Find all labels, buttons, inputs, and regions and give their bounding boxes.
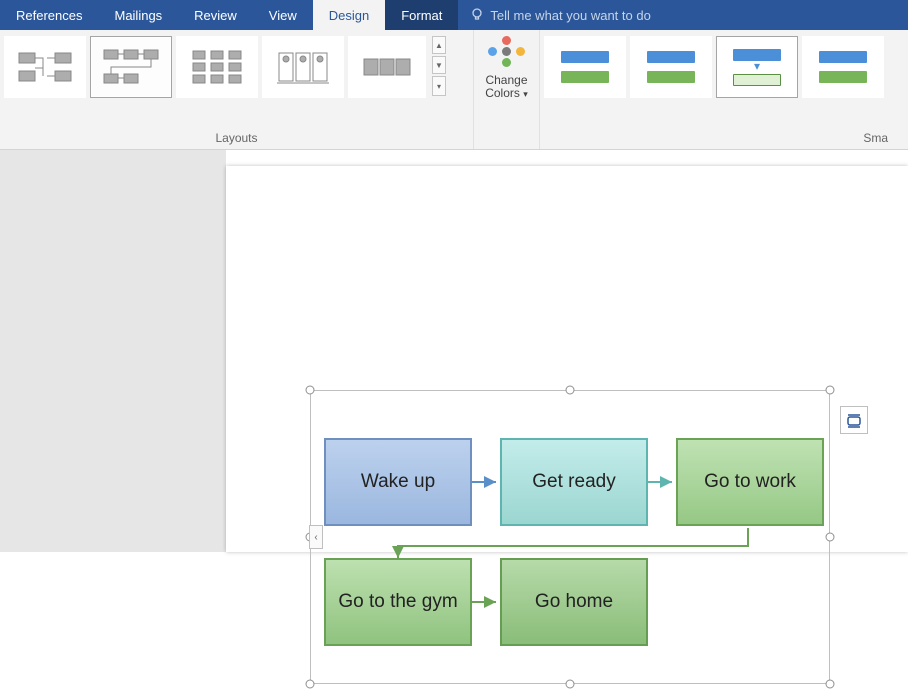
- tab-format[interactable]: Format: [385, 0, 458, 30]
- style-thumb-1[interactable]: [544, 36, 626, 98]
- text-pane-toggle[interactable]: ‹: [309, 525, 323, 549]
- resize-handle-se[interactable]: [826, 680, 835, 689]
- change-colors-button[interactable]: Change Colors ▾: [474, 30, 540, 149]
- node-label: Go to work: [700, 471, 800, 493]
- node-label: Wake up: [357, 471, 439, 493]
- layouts-gallery-more[interactable]: ▾: [432, 76, 446, 96]
- layouts-gallery: ▲ ▼ ▾: [4, 36, 469, 106]
- node-go-home[interactable]: Go home: [500, 558, 648, 646]
- resize-handle-sw[interactable]: [306, 680, 315, 689]
- page-gutter: [0, 150, 226, 552]
- resize-handle-e[interactable]: [826, 533, 835, 542]
- node-go-to-gym[interactable]: Go to the gym: [324, 558, 472, 646]
- tab-design[interactable]: Design: [313, 0, 385, 30]
- chevron-left-icon: ‹: [314, 532, 317, 543]
- node-get-ready[interactable]: Get ready: [500, 438, 648, 526]
- layouts-group-label: Layouts: [4, 131, 469, 149]
- layouts-gallery-spinner: ▲ ▼ ▾: [432, 36, 448, 98]
- ribbon-tabs: References Mailings Review View Design F…: [0, 0, 908, 30]
- chevron-down-icon: ▾: [523, 89, 528, 99]
- tab-references[interactable]: References: [0, 0, 98, 30]
- tab-review[interactable]: Review: [178, 0, 253, 30]
- tab-view[interactable]: View: [253, 0, 313, 30]
- smartart-object[interactable]: ‹ Wake up Get ready Go to work Go to the…: [310, 390, 830, 684]
- layout-thumb-5[interactable]: [348, 36, 426, 98]
- layout-thumb-4[interactable]: [262, 36, 344, 98]
- resize-handle-n[interactable]: [566, 386, 575, 395]
- layout-options-button[interactable]: [840, 406, 868, 434]
- style-thumb-4[interactable]: [802, 36, 884, 98]
- change-colors-icon: [488, 36, 526, 70]
- layout-thumb-4-icon: [273, 45, 333, 89]
- layout-thumb-3-icon: [187, 45, 247, 89]
- style-thumb-2[interactable]: [630, 36, 712, 98]
- node-label: Go home: [531, 591, 617, 613]
- layout-options-icon: [845, 411, 863, 429]
- smartart-styles-label: Sma: [863, 131, 892, 145]
- layout-thumb-2[interactable]: [90, 36, 172, 98]
- smartart-styles-group: ▾ Sma: [540, 30, 892, 149]
- lightbulb-icon: [470, 8, 484, 22]
- layout-thumb-1-icon: [15, 45, 75, 89]
- layouts-group: ▲ ▼ ▾ Layouts: [0, 30, 474, 149]
- node-label: Go to the gym: [334, 591, 461, 613]
- layout-thumb-2-icon: [100, 44, 162, 90]
- resize-handle-ne[interactable]: [826, 386, 835, 395]
- layouts-gallery-down[interactable]: ▼: [432, 56, 446, 74]
- node-label: Get ready: [528, 471, 619, 493]
- node-wake-up[interactable]: Wake up: [324, 438, 472, 526]
- layout-thumb-3[interactable]: [176, 36, 258, 98]
- change-colors-line2: Colors ▾: [485, 87, 528, 100]
- layout-thumb-1[interactable]: [4, 36, 86, 98]
- layouts-gallery-up[interactable]: ▲: [432, 36, 446, 54]
- resize-handle-nw[interactable]: [306, 386, 315, 395]
- tell-me-search[interactable]: Tell me what you want to do: [458, 0, 908, 30]
- resize-handle-s[interactable]: [566, 680, 575, 689]
- tab-mailings[interactable]: Mailings: [98, 0, 178, 30]
- tell-me-placeholder: Tell me what you want to do: [490, 8, 650, 23]
- document-workspace: ‹ Wake up Get ready Go to work Go to the…: [0, 150, 908, 552]
- style-thumb-3[interactable]: ▾: [716, 36, 798, 98]
- arrow-down-icon: ▾: [754, 59, 760, 73]
- node-go-to-work[interactable]: Go to work: [676, 438, 824, 526]
- ribbon-body: ▲ ▼ ▾ Layouts Change Colors ▾: [0, 30, 908, 150]
- layout-thumb-5-icon: [358, 45, 416, 89]
